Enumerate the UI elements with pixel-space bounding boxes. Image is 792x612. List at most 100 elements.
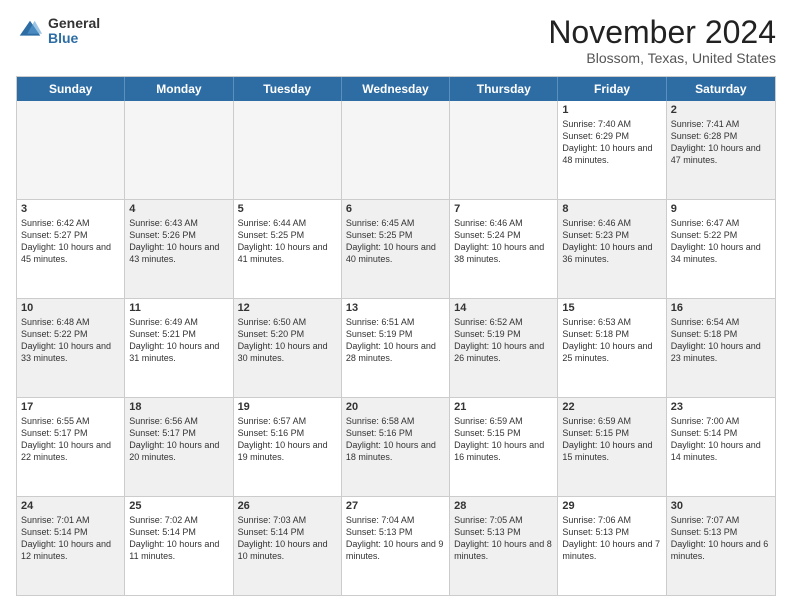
day-number: 1 xyxy=(562,104,661,116)
weekday-header: Saturday xyxy=(667,77,775,101)
calendar-cell: 25 Sunrise: 7:02 AM Sunset: 5:14 PM Dayli… xyxy=(125,497,233,595)
calendar-cell: 5Sunrise: 6:44 AM Sunset: 5:25 PM Daylig… xyxy=(234,200,342,298)
cell-info: Sunrise: 7:00 AM Sunset: 5:14 PM Dayligh… xyxy=(671,415,771,464)
calendar-cell: 13Sunrise: 6:51 AM Sunset: 5:19 PM Dayli… xyxy=(342,299,450,397)
calendar-cell: 24 Sunrise: 7:01 AM Sunset: 5:14 PM Dayli… xyxy=(17,497,125,595)
header: General Blue November 2024 Blossom, Texa… xyxy=(16,16,776,66)
weekday-header: Monday xyxy=(125,77,233,101)
weekday-header: Sunday xyxy=(17,77,125,101)
calendar-row: 10 Sunrise: 6:48 AM Sunset: 5:22 PM Dayli… xyxy=(17,299,775,398)
calendar-cell: 28 Sunrise: 7:05 AM Sunset: 5:13 PM Dayli… xyxy=(450,497,558,595)
logo-line1: General xyxy=(48,16,100,31)
location: Blossom, Texas, United States xyxy=(548,50,776,66)
day-number: 19 xyxy=(238,401,337,413)
cell-info: Sunrise: 6:50 AM Sunset: 5:20 PM Dayligh… xyxy=(238,316,337,365)
calendar-cell xyxy=(234,101,342,199)
calendar-cell: 10 Sunrise: 6:48 AM Sunset: 5:22 PM Dayli… xyxy=(17,299,125,397)
day-number: 29 xyxy=(562,500,661,512)
calendar-cell: 16 Sunrise: 6:54 AM Sunset: 5:18 PM Dayli… xyxy=(667,299,775,397)
day-number: 23 xyxy=(671,401,771,413)
calendar-cell: 27Sunrise: 7:04 AM Sunset: 5:13 PM Dayli… xyxy=(342,497,450,595)
calendar-row: 1 Sunrise: 7:40 AM Sunset: 6:29 PM Daylig… xyxy=(17,101,775,200)
cell-info: Sunrise: 6:53 AM Sunset: 5:18 PM Dayligh… xyxy=(562,316,661,365)
day-number: 28 xyxy=(454,500,553,512)
day-number: 16 xyxy=(671,302,771,314)
cell-info: Sunrise: 6:56 AM Sunset: 5:17 PM Dayligh… xyxy=(129,415,228,464)
day-number: 11 xyxy=(129,302,228,314)
cell-info: Sunrise: 6:58 AM Sunset: 5:16 PM Dayligh… xyxy=(346,415,445,464)
calendar-cell: 1 Sunrise: 7:40 AM Sunset: 6:29 PM Daylig… xyxy=(558,101,666,199)
cell-info: Sunrise: 7:01 AM Sunset: 5:14 PM Dayligh… xyxy=(21,514,120,563)
day-number: 4 xyxy=(129,203,228,215)
calendar-cell: 4 Sunrise: 6:43 AM Sunset: 5:26 PM Daylig… xyxy=(125,200,233,298)
day-number: 18 xyxy=(129,401,228,413)
calendar-cell: 30 Sunrise: 7:07 AM Sunset: 5:13 PM Dayli… xyxy=(667,497,775,595)
day-number: 2 xyxy=(671,104,771,116)
day-number: 14 xyxy=(454,302,553,314)
cell-info: Sunrise: 6:49 AM Sunset: 5:21 PM Dayligh… xyxy=(129,316,228,365)
calendar-cell: 6Sunrise: 6:45 AM Sunset: 5:25 PM Daylig… xyxy=(342,200,450,298)
cell-info: Sunrise: 6:51 AM Sunset: 5:19 PM Dayligh… xyxy=(346,316,445,365)
calendar-cell: 21 Sunrise: 6:59 AM Sunset: 5:15 PM Dayli… xyxy=(450,398,558,496)
cell-info: Sunrise: 6:55 AM Sunset: 5:17 PM Dayligh… xyxy=(21,415,120,464)
day-number: 27 xyxy=(346,500,445,512)
day-number: 10 xyxy=(21,302,120,314)
page: General Blue November 2024 Blossom, Texa… xyxy=(0,0,792,612)
calendar-cell xyxy=(450,101,558,199)
weekday-header: Friday xyxy=(558,77,666,101)
logo-line2: Blue xyxy=(48,31,100,46)
day-number: 24 xyxy=(21,500,120,512)
day-number: 17 xyxy=(21,401,120,413)
calendar-row: 17 Sunrise: 6:55 AM Sunset: 5:17 PM Dayli… xyxy=(17,398,775,497)
day-number: 3 xyxy=(21,203,120,215)
day-number: 25 xyxy=(129,500,228,512)
calendar-row: 24 Sunrise: 7:01 AM Sunset: 5:14 PM Dayli… xyxy=(17,497,775,595)
cell-info: Sunrise: 7:07 AM Sunset: 5:13 PM Dayligh… xyxy=(671,514,771,563)
cell-info: Sunrise: 6:57 AM Sunset: 5:16 PM Dayligh… xyxy=(238,415,337,464)
weekday-header: Wednesday xyxy=(342,77,450,101)
calendar-cell: 26Sunrise: 7:03 AM Sunset: 5:14 PM Dayli… xyxy=(234,497,342,595)
weekday-header: Tuesday xyxy=(234,77,342,101)
day-number: 7 xyxy=(454,203,553,215)
calendar-cell: 11 Sunrise: 6:49 AM Sunset: 5:21 PM Dayli… xyxy=(125,299,233,397)
cell-info: Sunrise: 7:03 AM Sunset: 5:14 PM Dayligh… xyxy=(238,514,337,563)
day-number: 30 xyxy=(671,500,771,512)
cell-info: Sunrise: 6:45 AM Sunset: 5:25 PM Dayligh… xyxy=(346,217,445,266)
calendar-cell: 20Sunrise: 6:58 AM Sunset: 5:16 PM Dayli… xyxy=(342,398,450,496)
cell-info: Sunrise: 6:59 AM Sunset: 5:15 PM Dayligh… xyxy=(454,415,553,464)
month-title: November 2024 xyxy=(548,16,776,48)
day-number: 9 xyxy=(671,203,771,215)
day-number: 21 xyxy=(454,401,553,413)
calendar-cell xyxy=(17,101,125,199)
cell-info: Sunrise: 7:40 AM Sunset: 6:29 PM Dayligh… xyxy=(562,118,661,167)
day-number: 12 xyxy=(238,302,337,314)
calendar-cell: 9Sunrise: 6:47 AM Sunset: 5:22 PM Daylig… xyxy=(667,200,775,298)
calendar-cell xyxy=(342,101,450,199)
logo: General Blue xyxy=(16,16,100,47)
calendar-row: 3Sunrise: 6:42 AM Sunset: 5:27 PM Daylig… xyxy=(17,200,775,299)
calendar-body: 1 Sunrise: 7:40 AM Sunset: 6:29 PM Daylig… xyxy=(17,101,775,595)
calendar: SundayMondayTuesdayWednesdayThursdayFrid… xyxy=(16,76,776,596)
cell-info: Sunrise: 7:05 AM Sunset: 5:13 PM Dayligh… xyxy=(454,514,553,563)
cell-info: Sunrise: 7:02 AM Sunset: 5:14 PM Dayligh… xyxy=(129,514,228,563)
calendar-cell: 19 Sunrise: 6:57 AM Sunset: 5:16 PM Dayli… xyxy=(234,398,342,496)
calendar-cell: 3Sunrise: 6:42 AM Sunset: 5:27 PM Daylig… xyxy=(17,200,125,298)
day-number: 8 xyxy=(562,203,661,215)
cell-info: Sunrise: 6:48 AM Sunset: 5:22 PM Dayligh… xyxy=(21,316,120,365)
cell-info: Sunrise: 6:43 AM Sunset: 5:26 PM Dayligh… xyxy=(129,217,228,266)
calendar-cell: 12 Sunrise: 6:50 AM Sunset: 5:20 PM Dayli… xyxy=(234,299,342,397)
calendar-cell: 18 Sunrise: 6:56 AM Sunset: 5:17 PM Dayli… xyxy=(125,398,233,496)
calendar-cell: 8Sunrise: 6:46 AM Sunset: 5:23 PM Daylig… xyxy=(558,200,666,298)
day-number: 22 xyxy=(562,401,661,413)
calendar-cell: 15 Sunrise: 6:53 AM Sunset: 5:18 PM Dayli… xyxy=(558,299,666,397)
cell-info: Sunrise: 6:46 AM Sunset: 5:24 PM Dayligh… xyxy=(454,217,553,266)
calendar-cell: 14Sunrise: 6:52 AM Sunset: 5:19 PM Dayli… xyxy=(450,299,558,397)
calendar-header: SundayMondayTuesdayWednesdayThursdayFrid… xyxy=(17,77,775,101)
cell-info: Sunrise: 6:54 AM Sunset: 5:18 PM Dayligh… xyxy=(671,316,771,365)
calendar-cell: 22 Sunrise: 6:59 AM Sunset: 5:15 PM Dayli… xyxy=(558,398,666,496)
day-number: 15 xyxy=(562,302,661,314)
cell-info: Sunrise: 7:06 AM Sunset: 5:13 PM Dayligh… xyxy=(562,514,661,563)
day-number: 5 xyxy=(238,203,337,215)
cell-info: Sunrise: 6:59 AM Sunset: 5:15 PM Dayligh… xyxy=(562,415,661,464)
cell-info: Sunrise: 7:41 AM Sunset: 6:28 PM Dayligh… xyxy=(671,118,771,167)
